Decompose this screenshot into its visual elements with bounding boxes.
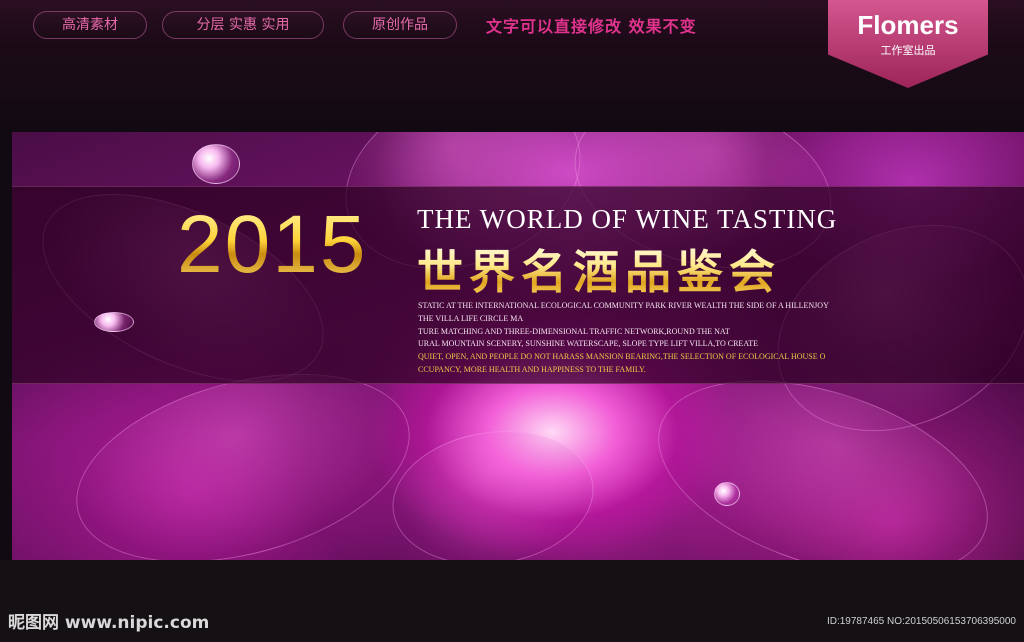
- event-banner: 2015 THE WORLD OF WINE TASTING 世界名酒品鉴会 S…: [12, 132, 1024, 560]
- description-line: URAL MOUNTAIN SCENERY, SUNSHINE WATERSCA…: [418, 339, 758, 349]
- water-droplet: [94, 312, 134, 332]
- english-title: THE WORLD OF WINE TASTING: [417, 204, 838, 234]
- tag-original-work[interactable]: 原创作品: [343, 11, 457, 39]
- image-id-text: ID:19787465 NO:20150506153706395000: [826, 616, 1016, 627]
- watermark-site-name: 昵图网: [8, 613, 59, 633]
- petal-decoration: [383, 418, 603, 560]
- slogan-text: 文字可以直接修改 效果不变: [486, 17, 697, 36]
- chinese-title: 世界名酒品鉴会: [417, 236, 781, 302]
- tag-layered-practical[interactable]: 分层 实惠 实用: [162, 11, 324, 39]
- description-text: STATIC AT THE INTERNATIONAL ECOLOGICAL C…: [418, 300, 918, 377]
- description-line: CCUPANCY, MORE HEALTH AND HAPPINESS TO T…: [418, 364, 646, 374]
- description-line: STATIC AT THE INTERNATIONAL ECOLOGICAL C…: [418, 301, 829, 310]
- event-year: 2015: [177, 199, 368, 290]
- water-droplet: [192, 144, 240, 184]
- description-line: TURE MATCHING AND THREE-DIMENSIONAL TRAF…: [418, 326, 730, 336]
- tag-hd-material[interactable]: 高清素材: [33, 11, 147, 39]
- watermark-url[interactable]: www.nipic.com: [65, 613, 209, 633]
- studio-name: Flomers: [857, 10, 959, 40]
- studio-subtitle: 工作室出品: [880, 44, 936, 57]
- watermark: 昵图网 www.nipic.com: [8, 608, 209, 633]
- description-line: THE VILLA LIFE CIRCLE MA: [418, 313, 524, 323]
- description-line: QUIET, OPEN, AND PEOPLE DO NOT HARASS MA…: [418, 352, 826, 362]
- water-droplet: [714, 482, 740, 506]
